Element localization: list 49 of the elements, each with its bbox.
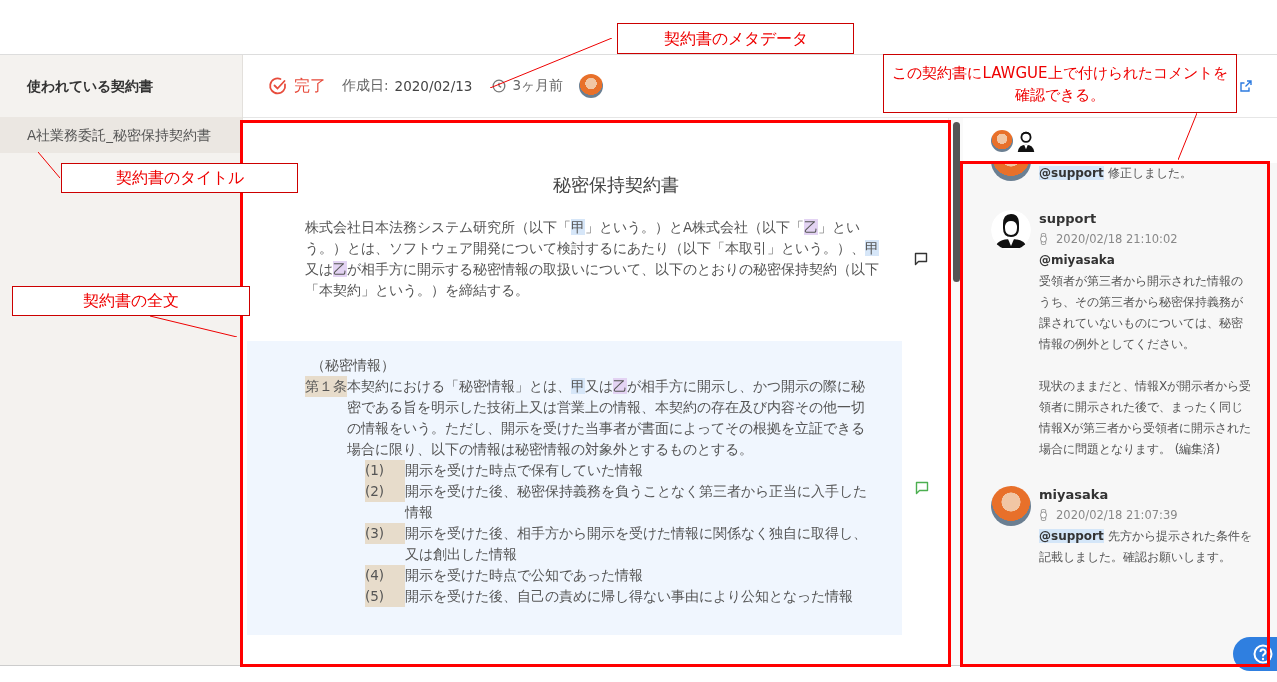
item-text: 開示を受けた後、相手方から開示を受けた情報に関係なく独自に取得し、又は創出した情報 <box>405 524 868 564</box>
comment-icon[interactable] <box>913 251 929 267</box>
comment-text: 現状のままだと、情報Xが開示者から受領者に開示された後で、まったく同じ情報Xが第三者から受領者に開示された場合に問題となります。 (編集済) <box>1039 378 1253 458</box>
comment-text: @miyasaka <box>1039 252 1116 269</box>
comment-author: support <box>1039 210 1098 228</box>
item-number: (5) <box>365 586 405 607</box>
item-text: 開示を受けた時点で公知であった情報 <box>405 566 644 585</box>
watch-icon <box>1039 509 1048 521</box>
article-text: 本契約における「秘密情報」とは、甲又は乙が相手方に開示し、かつ開示の際に秘密である旨を明示した技術上又は営業上の情報、本契約の存在及び内容その他一切の情報をいう。ただし、開示を受けた当事者が書面によってその根拠を立証できる場合に限り、以下の情報は秘密情報の対象外とするものとする。 <box>347 377 866 459</box>
avatar <box>578 74 603 98</box>
item-text: 開示を受けた時点で保有していた情報 <box>405 461 644 480</box>
item-number: (3) <box>365 523 405 544</box>
status-label: 完了 <box>294 75 326 97</box>
document-title: 秘密保持契約書 <box>551 173 680 197</box>
leader-line <box>1178 113 1197 160</box>
article-number: 第１条 <box>305 376 347 397</box>
callout-label: 契約書のメタデータ <box>617 23 854 54</box>
clock-icon <box>492 79 507 93</box>
check-circle-icon <box>268 76 288 96</box>
created-label: 作成日: <box>342 77 389 95</box>
help-icon <box>1253 644 1273 664</box>
item-number: (1) <box>365 460 405 481</box>
item-number: (4) <box>365 565 405 586</box>
preamble-paragraph: 株式会社日本法務システム研究所（以下「甲」という。）とA株式会社（以下「乙」という。）とは、ソフトウェア開発について検討するにあたり（以下「本取引」という。）、甲 又は乙が相手方に開示する秘密情報の取扱いについて、以下のとおりの秘密保持契約（以下「本契約」という。）を締結する。 <box>305 218 880 300</box>
created-date: 2020/02/13 <box>394 78 473 94</box>
comment-text: @support 先方から提示された条件を記載しました。確認お願いします。 <box>1039 528 1253 566</box>
person-silhouette-icon <box>991 210 1031 250</box>
leader-line <box>38 152 60 178</box>
comment-text: @support 修正しました。 <box>1039 165 1193 182</box>
person-silhouette-icon <box>1015 129 1037 152</box>
callout-label: 契約書のタイトル <box>61 163 298 193</box>
comment-time: 2020/02/18 21:10:02 <box>1056 232 1178 246</box>
comment-author: miyasaka <box>1039 486 1110 504</box>
watch-icon <box>1039 233 1048 245</box>
sidebar-heading: 使われている契約書 <box>26 77 154 96</box>
callout-label: この契約書にLAWGUE上で付けられたコメントを確認できる。 <box>883 54 1237 113</box>
comment-text: 受領者が第三者から開示された情報のうち、その第三者から秘密保持義務が課されていないものについては、秘密情報の例外としてください。 <box>1039 273 1244 353</box>
external-link-icon[interactable] <box>1239 79 1253 93</box>
scrollbar-thumb[interactable] <box>953 122 960 282</box>
age-label: 3ヶ月前 <box>512 77 563 95</box>
clause-caption: （秘密情報） <box>311 356 396 375</box>
item-text: 開示を受けた後、秘密保持義務を負うことなく第三者から正当に入手した情報 <box>405 482 868 522</box>
avatar <box>991 486 1031 526</box>
comment-time: 2020/02/18 21:07:39 <box>1056 508 1178 522</box>
item-number: (2) <box>365 481 405 502</box>
callout-label: 契約書の全文 <box>12 286 250 316</box>
contract-list-item[interactable]: A社業務委託_秘密保持契約書 <box>0 117 242 153</box>
item-text: 開示を受けた後、自己の責めに帰し得ない事由により公知となった情報 <box>405 587 854 606</box>
avatar <box>991 129 1013 152</box>
